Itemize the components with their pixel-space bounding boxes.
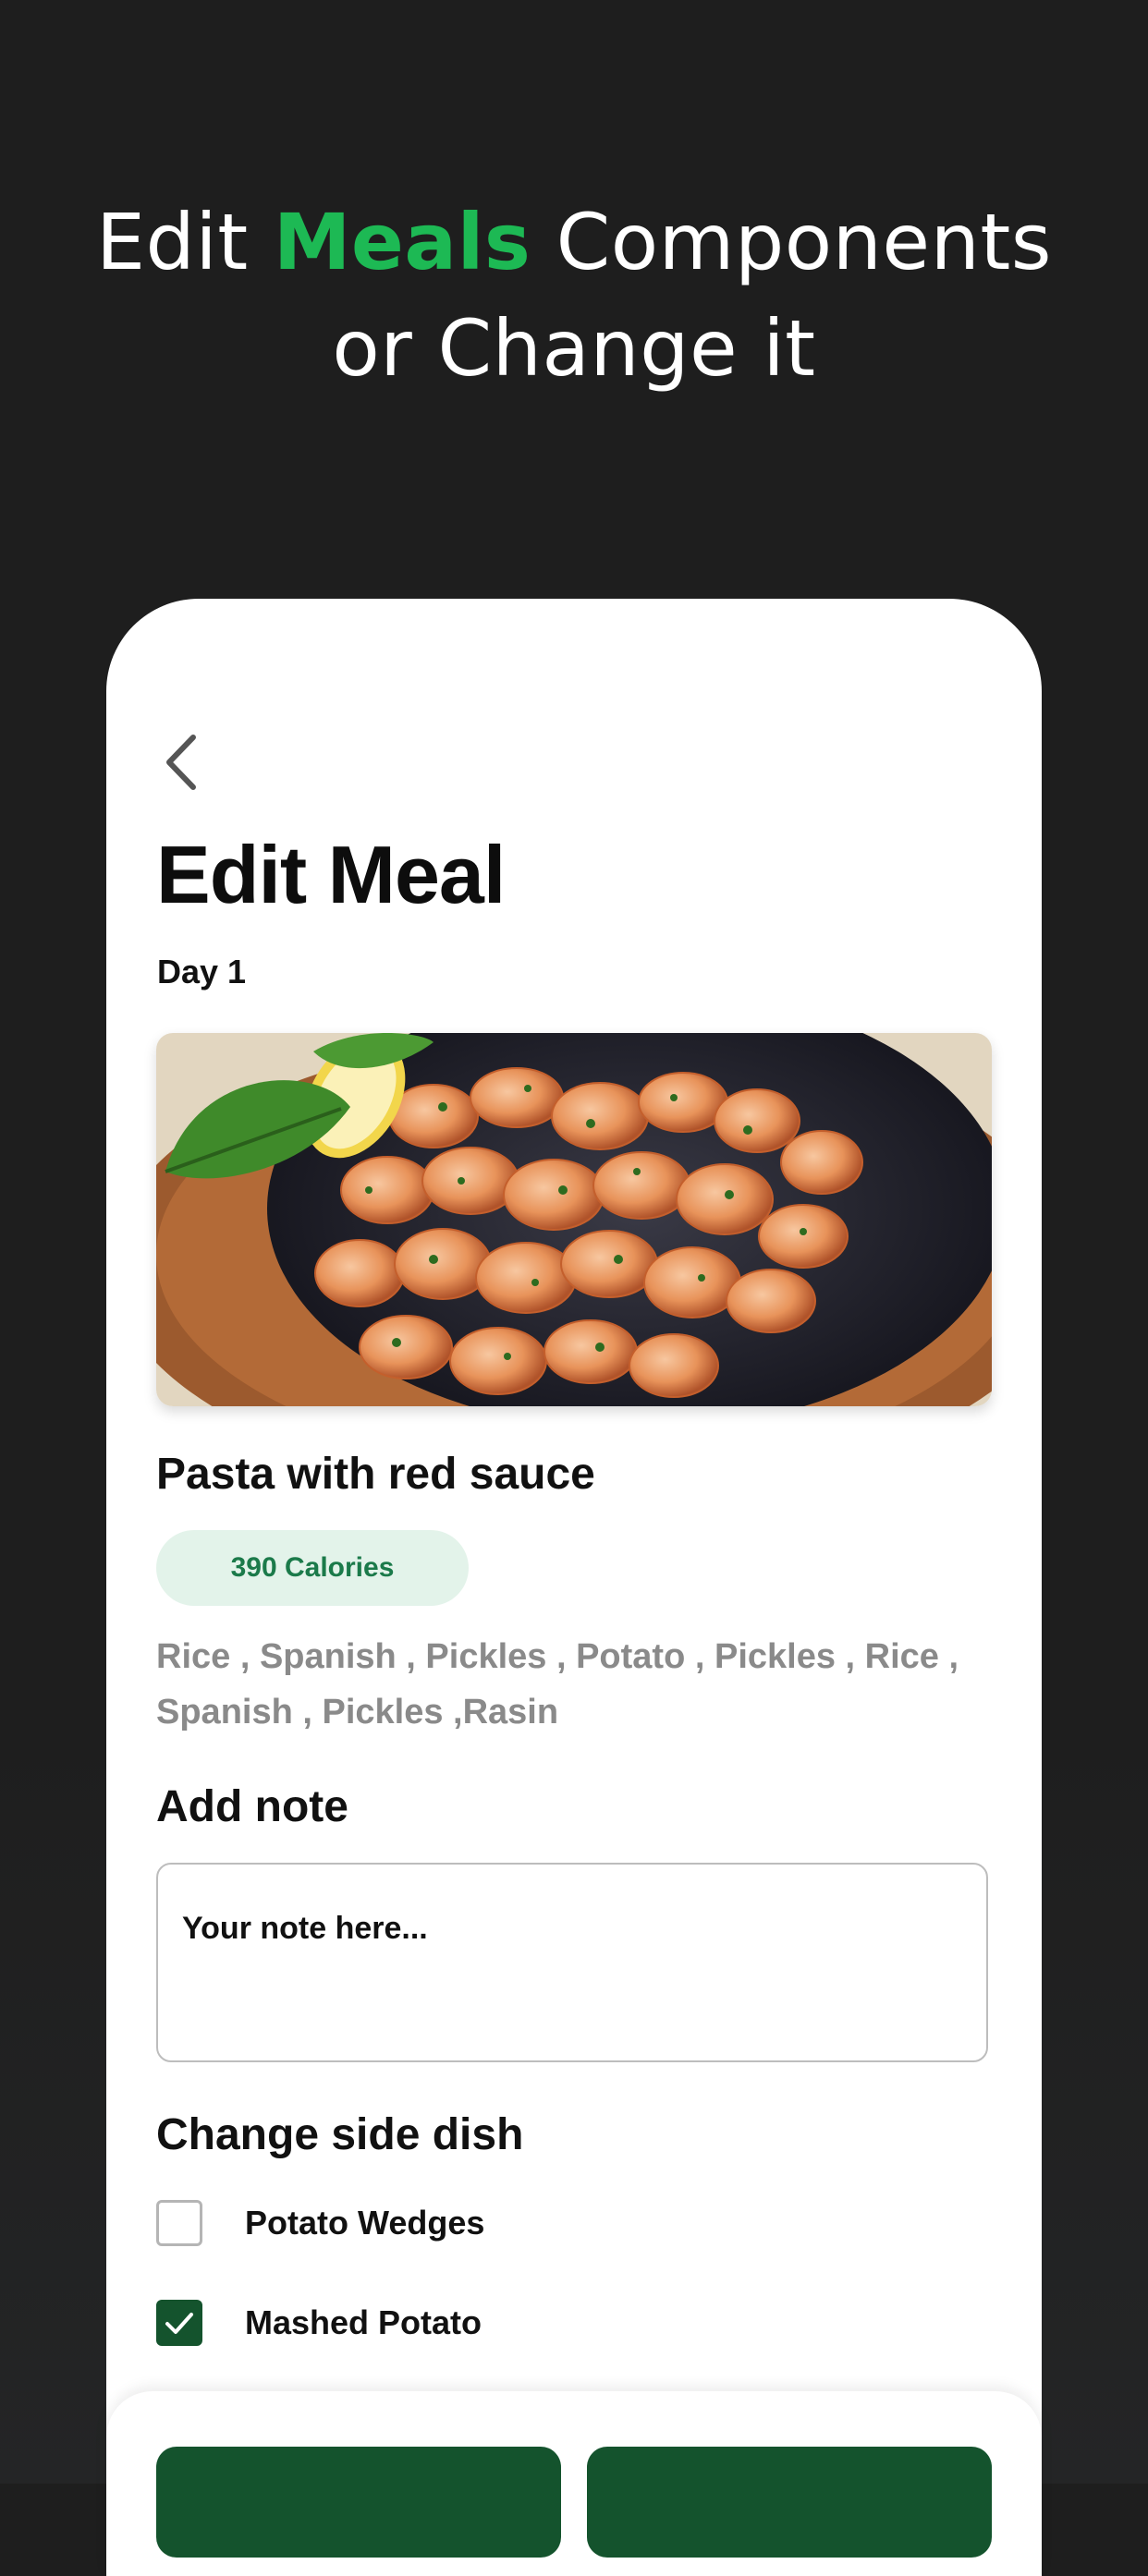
checkbox-checked[interactable] — [156, 2300, 202, 2346]
headline-line-2: or Change it — [332, 303, 816, 394]
side-dish-option-mashed-potato[interactable]: Mashed Potato — [156, 2300, 563, 2350]
checkbox-unchecked[interactable] — [156, 2200, 202, 2246]
meal-name: Pasta with red sauce — [156, 1450, 595, 1499]
add-note-heading: Add note — [156, 1782, 348, 1831]
note-input[interactable]: Your note here... — [156, 1863, 988, 2062]
checkmark-icon — [165, 2313, 193, 2334]
secondary-action-button[interactable] — [587, 2447, 992, 2558]
chevron-left-icon — [166, 735, 196, 790]
primary-action-button[interactable] — [156, 2447, 561, 2558]
side-dish-option-potato-wedges[interactable]: Potato Wedges — [156, 2200, 563, 2250]
phone-card: Edit Meal Day 1 Pasta with red sauce 390… — [106, 599, 1042, 2576]
side-dish-label: Potato Wedges — [245, 2204, 483, 2242]
headline-suffix: Components — [531, 197, 1053, 287]
side-dish-label: Mashed Potato — [245, 2303, 482, 2341]
note-placeholder: Your note here... — [182, 1911, 428, 1946]
meal-image — [156, 1033, 992, 1406]
headline-line-1: Edit Meals Components — [0, 189, 1148, 296]
day-label: Day 1 — [157, 953, 247, 990]
headline-prefix: Edit — [95, 197, 274, 287]
promo-headline: Edit Meals Components or Change it — [0, 189, 1148, 402]
back-button[interactable] — [153, 730, 208, 795]
calories-badge: 390 Calories — [156, 1530, 469, 1606]
ingredients-list: Rice , Spanish , Pickles , Potato , Pick… — [156, 1637, 959, 1732]
page-title: Edit Meal — [156, 829, 506, 920]
headline-accent: Meals — [273, 197, 531, 287]
side-dish-heading: Change side dish — [156, 2110, 524, 2159]
